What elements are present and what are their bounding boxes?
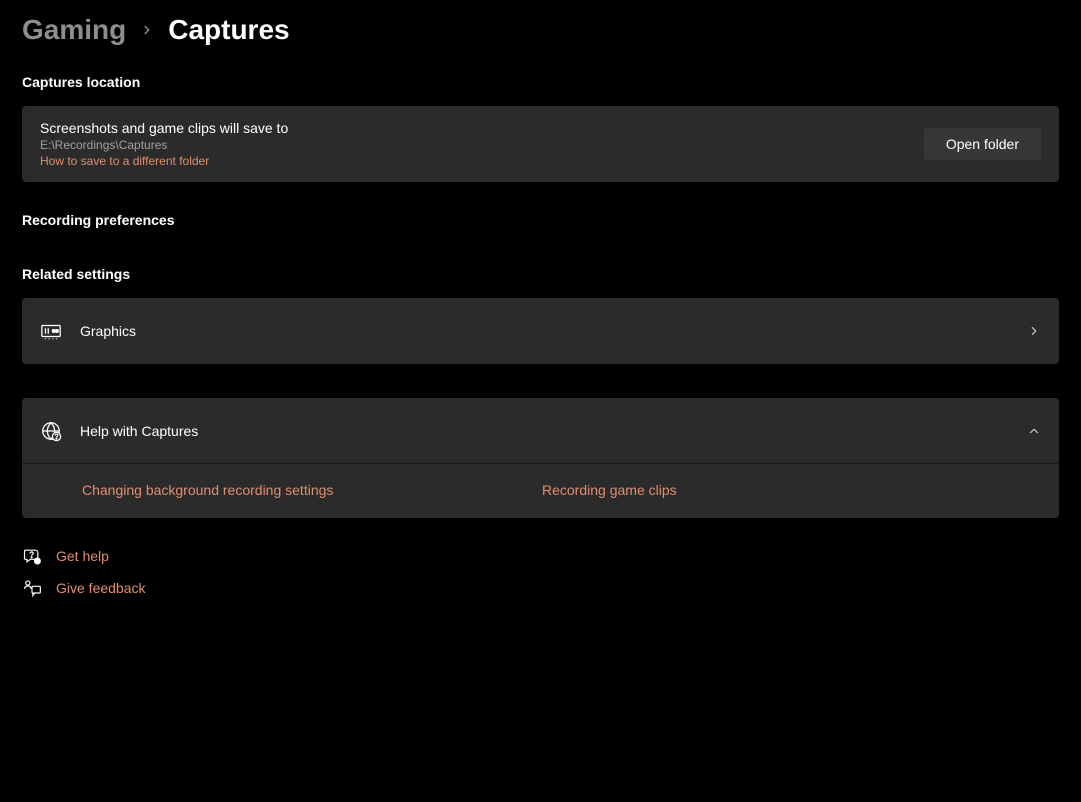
get-help-row[interactable]: Get help — [22, 546, 1059, 566]
help-expander-header[interactable]: Help with Captures — [22, 398, 1059, 464]
graphics-label: Graphics — [80, 323, 1009, 339]
help-expander-body: Changing background recording settings R… — [22, 464, 1059, 518]
graphics-nav[interactable]: Graphics — [22, 298, 1059, 364]
graphics-icon — [40, 320, 62, 342]
get-help-link[interactable]: Get help — [56, 548, 109, 564]
chevron-right-icon — [140, 23, 154, 37]
breadcrumb: Gaming Captures — [22, 14, 1059, 46]
breadcrumb-current: Captures — [168, 14, 289, 46]
help-link-background[interactable]: Changing background recording settings — [82, 482, 333, 498]
feedback-icon — [22, 578, 42, 598]
open-folder-button[interactable]: Open folder — [924, 128, 1041, 160]
globe-help-icon — [40, 420, 62, 442]
captures-location-header: Captures location — [22, 74, 1059, 90]
captures-location-title: Screenshots and game clips will save to — [40, 120, 924, 136]
captures-location-path: E:\Recordings\Captures — [40, 138, 924, 152]
breadcrumb-parent[interactable]: Gaming — [22, 14, 126, 46]
help-link-recording[interactable]: Recording game clips — [542, 482, 677, 498]
give-feedback-link[interactable]: Give feedback — [56, 580, 146, 596]
chevron-up-icon — [1027, 424, 1041, 438]
how-to-save-link[interactable]: How to save to a different folder — [40, 154, 209, 168]
help-expander-title: Help with Captures — [80, 423, 1009, 439]
recording-prefs-header: Recording preferences — [22, 212, 1059, 228]
related-settings-header: Related settings — [22, 266, 1059, 282]
captures-location-card: Screenshots and game clips will save to … — [22, 106, 1059, 182]
chevron-right-icon — [1027, 324, 1041, 338]
help-icon — [22, 546, 42, 566]
give-feedback-row[interactable]: Give feedback — [22, 578, 1059, 598]
